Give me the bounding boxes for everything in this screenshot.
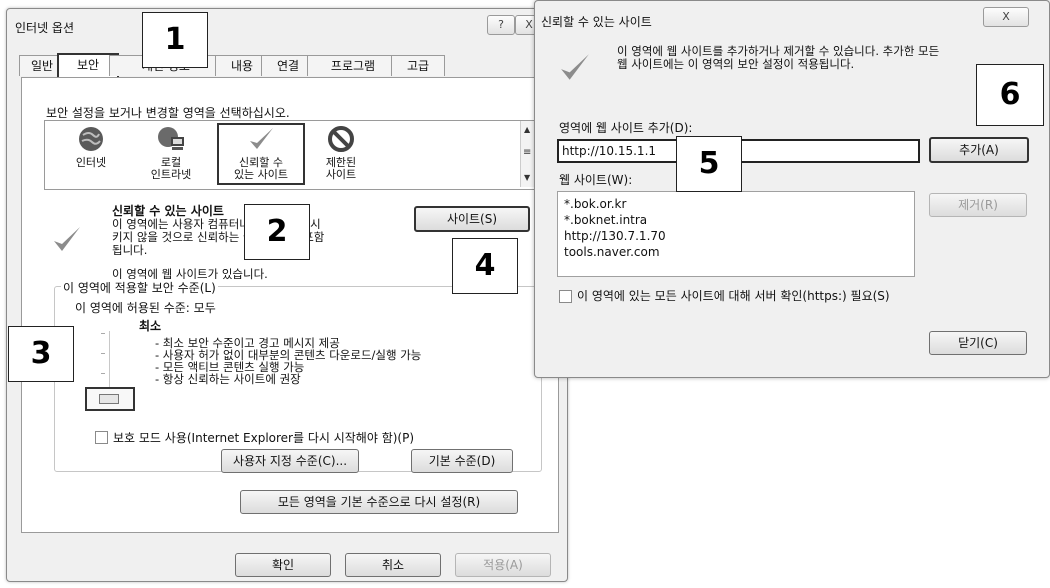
callout-2: 2 bbox=[244, 204, 310, 260]
https-label: 이 영역에 있는 모든 사이트에 대해 서버 확인(https:) 필요(S) bbox=[577, 289, 890, 303]
zone-label: 인터넷 bbox=[75, 156, 107, 169]
security-tab-page: 보안 설정을 보거나 변경할 영역을 선택하십시오. 인터넷 로컬 인트라넷 신… bbox=[21, 77, 559, 533]
slider-thumb[interactable] bbox=[85, 387, 135, 411]
trusted-check-icon bbox=[559, 51, 589, 81]
remove-button[interactable]: 제거(R) bbox=[929, 193, 1027, 217]
close-button[interactable]: X bbox=[983, 7, 1029, 27]
level-name: 최소 bbox=[139, 319, 162, 333]
ok-button[interactable]: 확인 bbox=[235, 553, 331, 577]
protected-mode-label: 보호 모드 사용(Internet Explorer를 다시 시작해야 함)(P… bbox=[113, 431, 415, 445]
allowed-levels: 이 영역에 허용된 수준: 모두 bbox=[75, 301, 216, 315]
help-button[interactable]: ? bbox=[487, 15, 515, 35]
list-item[interactable]: *.boknet.intra bbox=[564, 212, 908, 228]
list-item[interactable]: *.bok.or.kr bbox=[564, 196, 908, 212]
add-button[interactable]: 추가(A) bbox=[929, 137, 1029, 163]
protected-mode-checkbox[interactable] bbox=[95, 431, 108, 444]
websites-list[interactable]: *.bok.or.kr *.boknet.intra http://130.7.… bbox=[557, 191, 915, 277]
info-text: 이 영역에 웹 사이트를 추가하거나 제거할 수 있습니다. 추가한 모든 웹 … bbox=[617, 44, 940, 71]
zone-list: 인터넷 로컬 인트라넷 신뢰할 수 있는 사이트 제한된 사이트 ▲ ≡ ▼ bbox=[44, 120, 538, 190]
tab-advanced[interactable]: 고급 bbox=[391, 55, 445, 76]
dialog-title: 인터넷 옵션 bbox=[15, 21, 75, 35]
zone-instruction: 보안 설정을 보거나 변경할 영역을 선택하십시오. bbox=[46, 106, 290, 120]
tab-programs[interactable]: 프로그램 bbox=[307, 55, 399, 76]
https-checkbox[interactable] bbox=[559, 290, 572, 303]
dialog-title: 신뢰할 수 있는 사이트 bbox=[541, 15, 652, 29]
zone-label: 제한된 사이트 bbox=[325, 156, 357, 181]
sites-button[interactable]: 사이트(S) bbox=[414, 206, 530, 232]
callout-5: 5 bbox=[676, 136, 742, 192]
trusted-sites-dialog: 신뢰할 수 있는 사이트 X 이 영역에 웹 사이트를 추가하거나 제거할 수 … bbox=[534, 0, 1050, 378]
add-site-label: 영역에 웹 사이트 추가(D): bbox=[559, 121, 693, 135]
restricted-icon bbox=[327, 125, 355, 153]
intranet-icon bbox=[157, 125, 185, 153]
default-level-button[interactable]: 기본 수준(D) bbox=[411, 449, 513, 473]
scroll-down-icon[interactable]: ▼ bbox=[524, 173, 530, 182]
scroll-up-icon[interactable]: ▲ bbox=[524, 125, 530, 134]
custom-level-button[interactable]: 사용자 지정 수준(C)... bbox=[221, 449, 359, 473]
zone-restricted-sites[interactable]: 제한된 사이트 bbox=[309, 125, 373, 181]
security-level-legend: 이 영역에 적용할 보안 수준(L) bbox=[61, 279, 218, 296]
level-details: - 최소 보안 수준이고 경고 메시지 제공 - 사용자 허가 없이 대부분의 … bbox=[155, 337, 421, 385]
zone-label: 로컬 인트라넷 bbox=[150, 156, 192, 181]
callout-6: 6 bbox=[976, 64, 1044, 126]
security-level-slider[interactable] bbox=[85, 327, 135, 411]
scroll-thumb-icon[interactable]: ≡ bbox=[523, 147, 531, 158]
security-level-group: 이 영역에 적용할 보안 수준(L) 이 영역에 허용된 수준: 모두 최소 -… bbox=[54, 279, 542, 473]
zone-internet[interactable]: 인터넷 bbox=[59, 125, 123, 169]
list-item[interactable]: http://130.7.1.70 bbox=[564, 228, 908, 244]
websites-label: 웹 사이트(W): bbox=[559, 173, 633, 187]
callout-1: 1 bbox=[142, 12, 208, 68]
internet-options-dialog: 인터넷 옵션 ? X 일반 보안 개인 정보 내용 연결 프로그램 고급 보안 … bbox=[6, 8, 568, 582]
list-item[interactable]: tools.naver.com bbox=[564, 244, 908, 260]
check-icon bbox=[247, 125, 275, 153]
globe-icon bbox=[77, 125, 105, 153]
close-dialog-button[interactable]: 닫기(C) bbox=[929, 331, 1027, 355]
cancel-button[interactable]: 취소 bbox=[345, 553, 441, 577]
callout-4: 4 bbox=[452, 238, 518, 294]
zone-trusted-sites[interactable]: 신뢰할 수 있는 사이트 bbox=[217, 123, 305, 185]
zone-local-intranet[interactable]: 로컬 인트라넷 bbox=[139, 125, 203, 181]
reset-all-zones-button[interactable]: 모든 영역을 기본 수준으로 다시 설정(R) bbox=[240, 490, 518, 514]
zone-label: 신뢰할 수 있는 사이트 bbox=[233, 156, 289, 181]
trusted-check-icon bbox=[52, 224, 82, 254]
level-detail: - 항상 신뢰하는 사이트에 권장 bbox=[155, 372, 301, 386]
callout-3: 3 bbox=[8, 326, 74, 382]
apply-button[interactable]: 적용(A) bbox=[455, 553, 551, 577]
